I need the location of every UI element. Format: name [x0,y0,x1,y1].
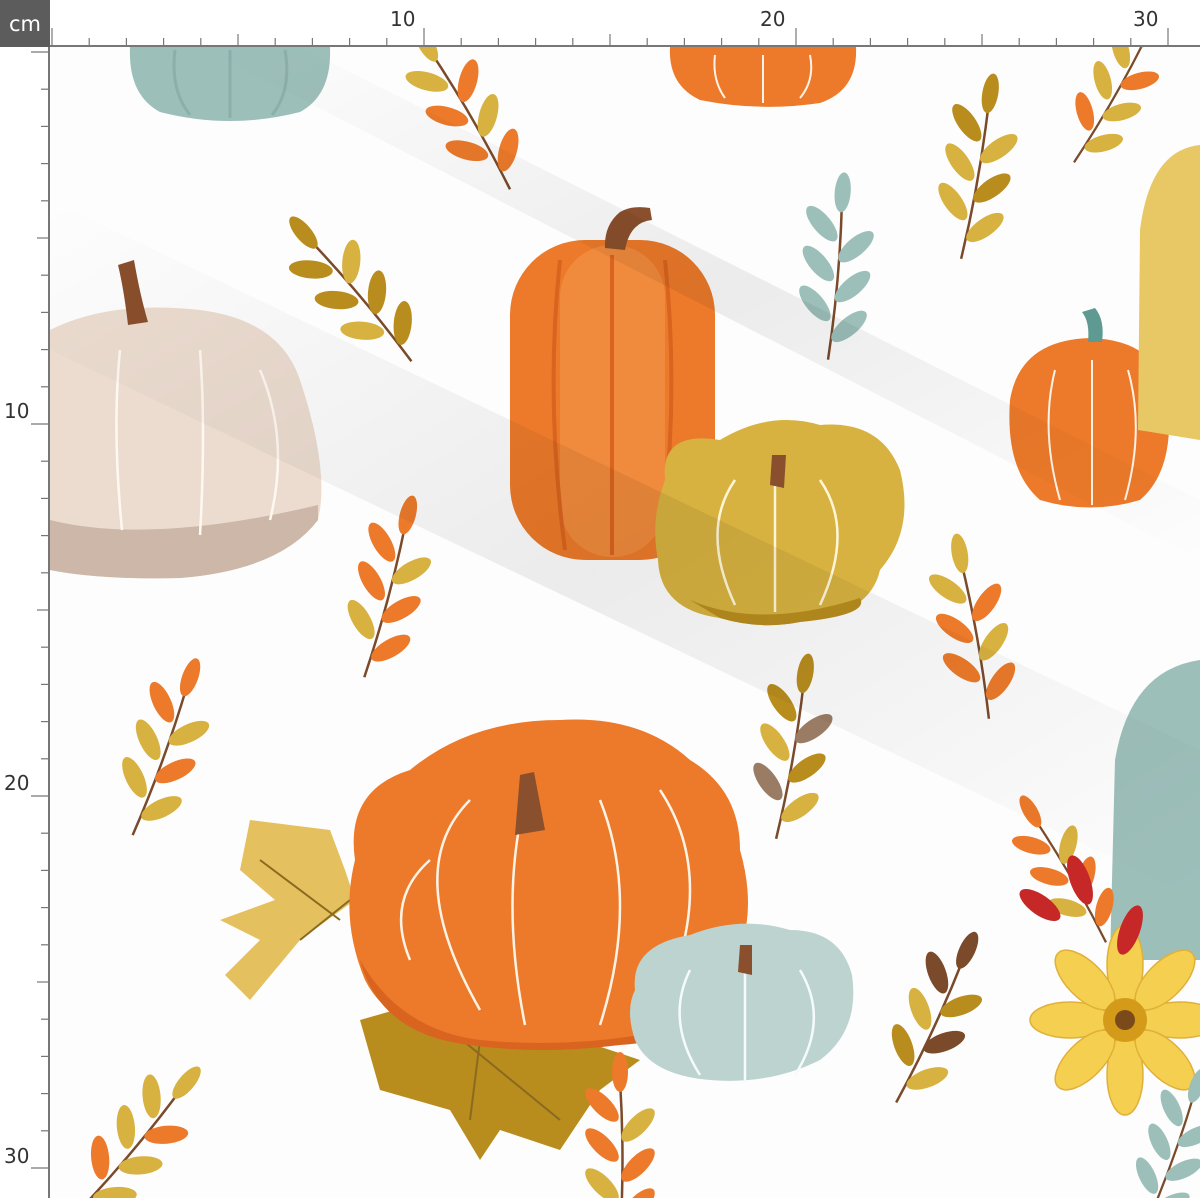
top-ruler-label-10: 10 [390,7,415,31]
left-ruler-label-20: 20 [4,771,29,795]
left-ruler-label-30: 30 [4,1144,29,1168]
top-ruler-label-20: 20 [760,7,785,31]
left-ruler: 10 20 30 [0,47,50,1198]
leaf [612,1052,628,1092]
top-ruler: 10 20 30 [50,0,1200,47]
ruler-unit-label: cm [0,0,50,47]
small-sage-pumpkin [630,923,854,1082]
orange-pumpkin-top [669,47,857,107]
fabric-preview: 10 20 30 10 20 30 cm [0,0,1200,1198]
left-ruler-label-10: 10 [4,399,29,423]
top-ruler-label-30: 30 [1133,7,1158,31]
fabric-pattern: 10 20 30 10 20 30 [0,0,1200,1198]
